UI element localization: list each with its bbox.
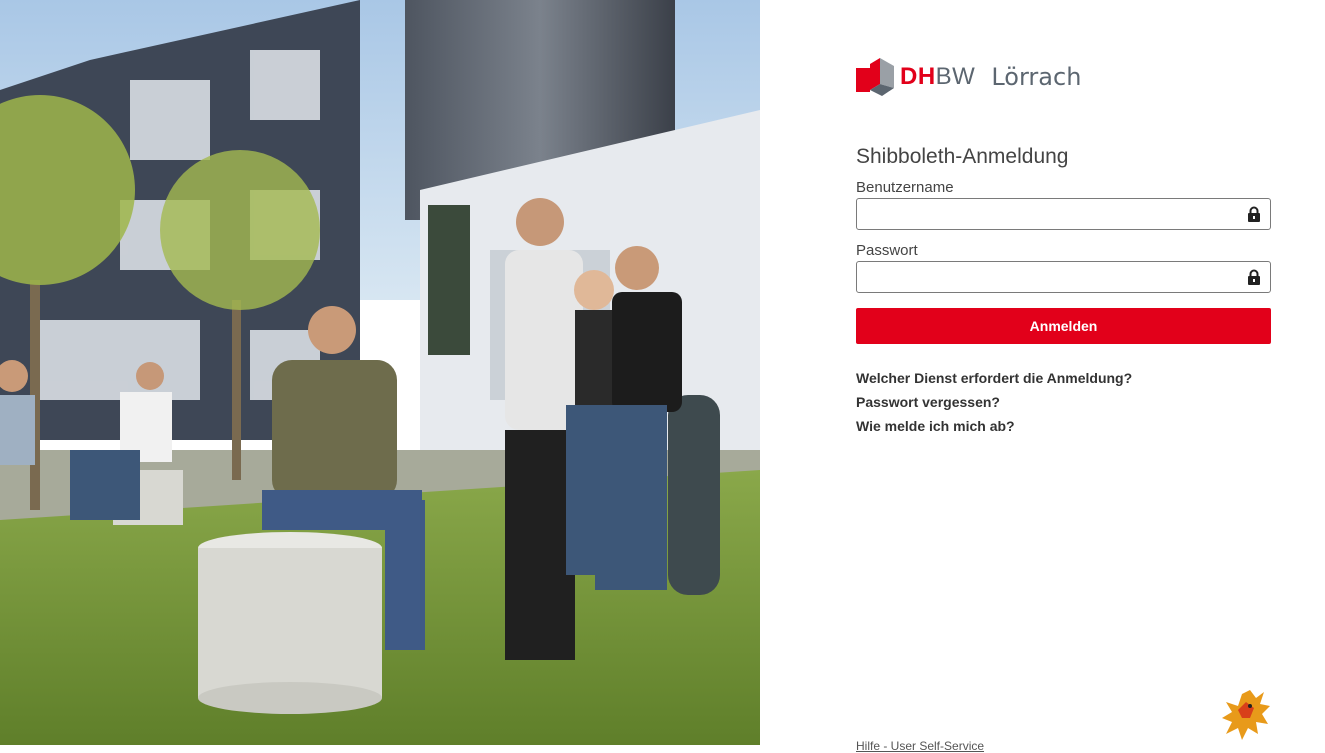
username-label: Benutzername <box>856 179 954 196</box>
username-field[interactable] <box>856 198 1271 230</box>
logo-city: Lörrach <box>991 63 1082 91</box>
password-input[interactable] <box>863 262 1237 292</box>
forgot-password-link[interactable]: Passwort vergessen? <box>856 390 1132 414</box>
login-panel: DHBW Lörrach Shibboleth-Anmeldung Benutz… <box>760 0 1325 753</box>
password-field[interactable] <box>856 261 1271 293</box>
which-service-link[interactable]: Welcher Dienst erfordert die Anmeldung? <box>856 366 1132 390</box>
page-title: Shibboleth-Anmeldung <box>856 145 1069 168</box>
logo-dh: DH <box>900 63 936 90</box>
username-input[interactable] <box>863 199 1237 229</box>
campus-photo <box>0 0 760 745</box>
griffin-logo-icon <box>1222 690 1270 740</box>
logo-wordmark: DHBW <box>900 63 975 91</box>
footer-help-link[interactable]: Hilfe - User Self-Service <box>856 739 984 753</box>
logo-bw: BW <box>935 63 976 90</box>
dhbw-logo[interactable]: DHBW Lörrach <box>856 58 1081 96</box>
lock-icon <box>1248 206 1260 222</box>
logout-help-link[interactable]: Wie melde ich mich ab? <box>856 414 1132 438</box>
dhbw-logo-mark-icon <box>856 58 894 96</box>
lock-icon <box>1248 269 1260 285</box>
help-links: Welcher Dienst erfordert die Anmeldung? … <box>856 366 1132 438</box>
login-button[interactable]: Anmelden <box>856 308 1271 344</box>
password-label: Passwort <box>856 242 918 259</box>
